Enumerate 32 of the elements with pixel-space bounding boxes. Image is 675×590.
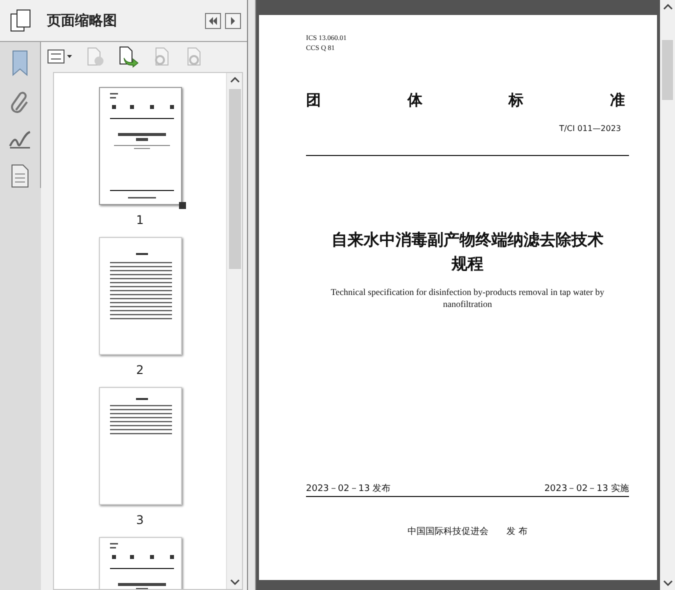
standard-heading-character: 团 xyxy=(306,91,321,110)
page-number: 1 xyxy=(136,213,144,227)
document-title: 自来水中消毒副产物终端纳滤去除技术规程 xyxy=(330,229,604,275)
options-button[interactable] xyxy=(47,49,73,65)
signature-icon[interactable] xyxy=(8,128,32,150)
insert-page-icon[interactable] xyxy=(117,46,139,68)
standard-heading-character: 体 xyxy=(407,91,422,110)
standard-number: T/CI 011—2023 xyxy=(559,124,621,133)
scrollbar-thumb[interactable] xyxy=(662,40,673,100)
document-icon[interactable] xyxy=(11,164,29,188)
paperclip-icon[interactable] xyxy=(10,90,30,114)
right-arrow-icon xyxy=(229,16,237,24)
page-number: 2 xyxy=(136,363,144,377)
page-number: 3 xyxy=(136,513,144,527)
standard-heading-character: 准 xyxy=(610,91,625,110)
bookmark-icon[interactable] xyxy=(11,50,29,76)
standard-heading-character: 标 xyxy=(508,91,524,110)
double-left-arrow-icon xyxy=(208,16,218,24)
publish-label: 发 布 xyxy=(506,526,528,538)
collapse-button[interactable] xyxy=(205,12,221,28)
panel-title: 页面缩略图 xyxy=(47,12,118,30)
page-thumbnail[interactable] xyxy=(98,237,182,355)
publisher-name: 中国国际科技促进会 xyxy=(408,526,489,538)
view-area-handle[interactable] xyxy=(178,202,186,209)
effective-date: 2023－02－13 实施 xyxy=(544,482,629,495)
splitter-handle[interactable] xyxy=(248,0,256,590)
english-title: Technical specification for disinfection by-products removal in tap water by nanofiltration xyxy=(330,286,606,310)
page-thumbnail[interactable] xyxy=(98,387,182,505)
expand-button[interactable] xyxy=(225,12,241,28)
pages-icon[interactable] xyxy=(10,8,32,32)
scrollbar-thumb[interactable] xyxy=(228,89,240,269)
issue-date: 2023－02－13 发布 xyxy=(306,482,391,495)
